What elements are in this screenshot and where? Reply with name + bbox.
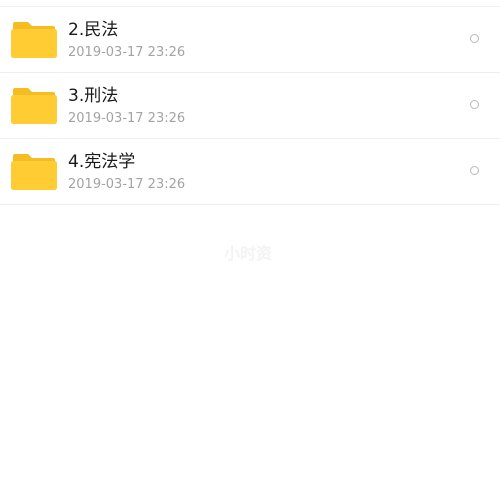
file-name: 3.刑法 [68, 86, 119, 106]
radio-button-icon[interactable] [470, 166, 479, 175]
file-name: 4.宪法学 [68, 152, 136, 172]
radio-button-icon[interactable] [470, 100, 479, 109]
file-row-minfa[interactable]: 2.民法 2019-03-17 23:26 [0, 7, 500, 73]
file-date: 2019-03-17 23:26 [68, 45, 186, 60]
folder-icon [11, 22, 57, 58]
file-row-xianfaxue[interactable]: 4.宪法学 2019-03-17 23:26 [0, 139, 500, 205]
file-list: 2.民法 2019-03-17 23:26 3.刑法 2019-03-17 23… [0, 7, 500, 205]
file-date: 2019-03-17 23:26 [68, 177, 186, 192]
folder-icon [11, 154, 57, 190]
file-name: 2.民法 [68, 20, 119, 40]
watermark: 小时资 [224, 244, 273, 263]
file-date: 2019-03-17 23:26 [68, 111, 186, 126]
radio-button-icon[interactable] [470, 34, 479, 43]
folder-icon [11, 88, 57, 124]
file-row-xingfa[interactable]: 3.刑法 2019-03-17 23:26 [0, 73, 500, 139]
